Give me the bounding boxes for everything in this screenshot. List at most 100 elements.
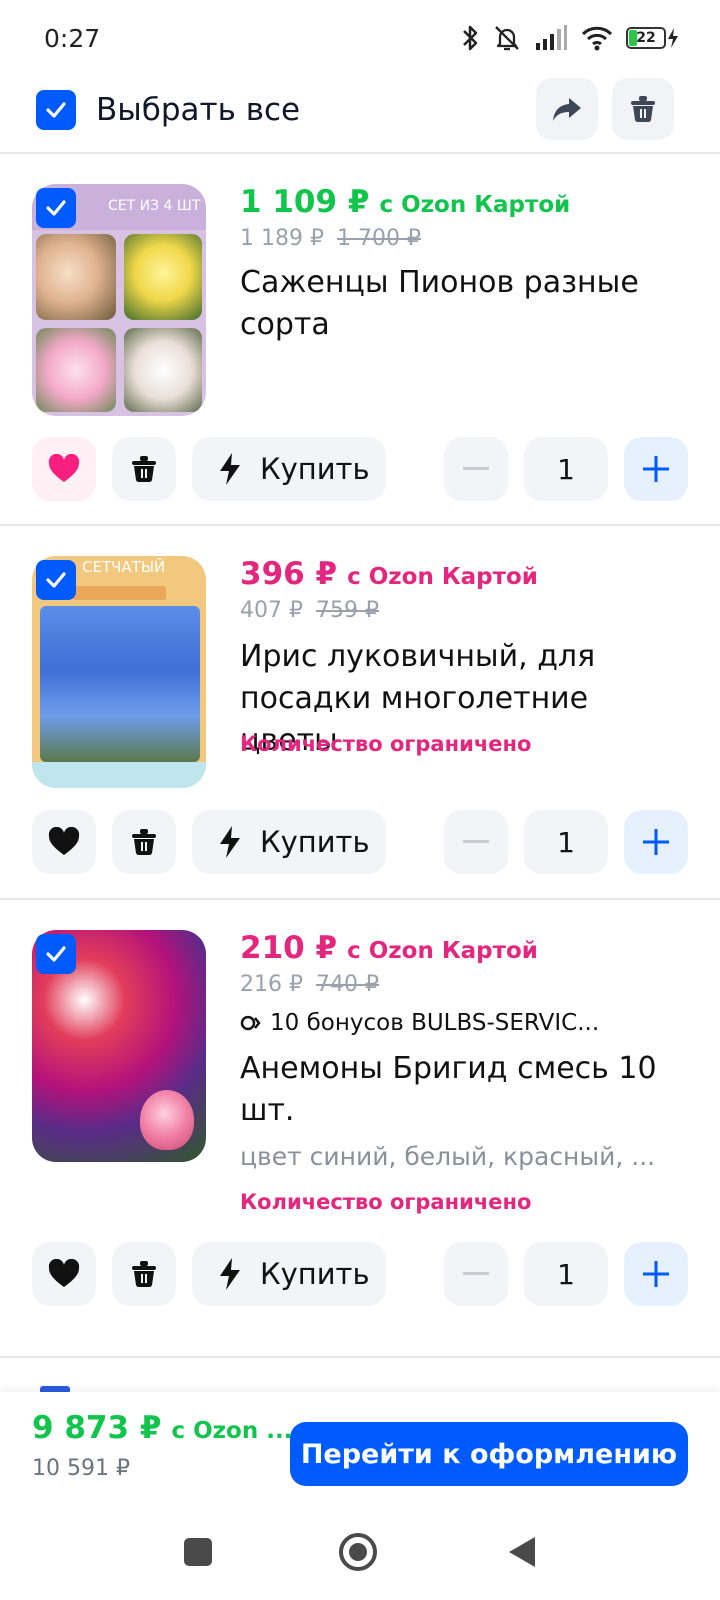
quantity-value[interactable]: 1 [524,437,608,501]
peony-cream-photo [36,234,116,320]
cart-item-iris: СЕТЧАТЫЙ 396 ₽ с Ozon Картой 407 ₽ 759 ₽… [0,528,720,900]
price-line: 396 ₽ с Ozon Картой [240,556,538,592]
status-bar: 0:27 22 [0,0,720,76]
charging-icon [668,28,678,48]
item-checkbox[interactable] [36,934,76,974]
cart-item-anemone: 210 ₽ с Ozon Картой 216 ₽ 740 ₽ 10 бонус… [0,902,720,1358]
checkout-bar: 9 873 ₽ с Ozon ... 10 591 ₽ Перейти к оф… [0,1392,720,1504]
old-prices: 407 ₽ 759 ₽ [240,598,379,623]
share-icon [553,98,581,121]
decrease-quantity-button[interactable] [444,1242,508,1306]
check-icon [46,572,66,588]
wifi-icon [580,24,614,52]
price-with-card: 1 109 ₽ [240,184,370,220]
limited-quantity-note: Количество ограничено [240,732,532,756]
select-all-checkbox[interactable] [36,90,76,130]
card-label: с Ozon Картой [347,564,538,590]
peony-white-photo [124,328,202,412]
price-line: 210 ₽ с Ozon Картой [240,930,538,966]
item-controls: Купить 1 [0,437,720,501]
minus-icon [463,840,489,843]
old-prices: 216 ₽ 740 ₽ [240,972,379,997]
bonus-line: 10 бонусов BULBS-SERVIC... [240,1010,599,1036]
recents-button[interactable] [176,1530,220,1574]
increase-quantity-button[interactable] [624,437,688,501]
buy-label: Купить [260,452,370,486]
signal-icon [534,24,568,52]
minus-icon [463,467,489,470]
lightning-icon [220,453,240,485]
bonus-icon [240,1015,261,1031]
total-line: 9 873 ₽ с Ozon ... [32,1410,292,1446]
crossed-price: 759 ₽ [315,598,379,623]
image-caption: СЕТЧАТЫЙ [82,558,166,576]
select-all-row: Выбрать все [0,76,720,154]
favorite-button[interactable] [32,437,96,501]
trash-icon [132,456,156,483]
status-time: 0:27 [44,24,101,53]
battery-level: 22 [636,30,656,46]
lightning-icon [220,826,240,858]
trash-icon [631,96,655,123]
decrease-quantity-button[interactable] [444,810,508,874]
favorite-button[interactable] [32,810,96,874]
item-controls: Купить 1 [0,810,720,874]
favorite-button[interactable] [32,1242,96,1306]
regular-price: 216 ₽ [240,972,303,997]
status-icons: 22 [460,20,680,56]
product-attributes: цвет синий, белый, красный, ... [240,1142,656,1171]
increase-quantity-button[interactable] [624,1242,688,1306]
regular-price: 1 189 ₽ [240,226,324,251]
buy-label: Купить [260,1257,370,1291]
price-with-card: 210 ₽ [240,930,338,966]
delete-button[interactable] [112,437,176,501]
total-regular-price: 10 591 ₽ [32,1456,130,1481]
crossed-price: 740 ₽ [315,972,379,997]
decrease-quantity-button[interactable] [444,437,508,501]
bluetooth-icon [460,23,480,53]
buy-now-button[interactable]: Купить [192,437,386,501]
item-checkbox[interactable] [36,188,76,228]
total-card-label: с Ozon ... [171,1418,293,1444]
delete-selected-button[interactable] [612,78,674,140]
delete-button[interactable] [112,810,176,874]
price-with-card: 396 ₽ [240,556,338,592]
buy-now-button[interactable]: Купить [192,1242,386,1306]
minus-icon [463,1272,489,1275]
plus-icon [643,1261,669,1287]
iris-photo [40,606,200,762]
price-line: 1 109 ₽ с Ozon Картой [240,184,570,220]
item-checkbox[interactable] [36,560,76,600]
quantity-value[interactable]: 1 [524,1242,608,1306]
card-label: с Ozon Картой [379,192,571,218]
regular-price: 407 ₽ [240,598,303,623]
item-controls: Купить 1 [0,1242,720,1306]
heart-icon [48,454,80,482]
square-icon [184,1538,212,1566]
card-label: с Ozon Картой [347,938,538,964]
check-icon [46,200,66,216]
peony-pink-photo [36,328,116,412]
heart-icon [48,827,80,855]
check-icon [46,946,66,962]
increase-quantity-button[interactable] [624,810,688,874]
heart-icon [48,1259,80,1287]
share-button[interactable] [536,78,598,140]
quantity-value[interactable]: 1 [524,810,608,874]
plus-icon [643,456,669,482]
home-button[interactable] [336,1530,380,1574]
total-price: 9 873 ₽ [32,1410,162,1446]
crossed-price: 1 700 ₽ [336,226,421,251]
old-prices: 1 189 ₽ 1 700 ₽ [240,226,421,251]
image-caption: СЕТ ИЗ 4 ШТ [108,198,201,214]
back-button[interactable] [500,1530,544,1574]
product-title[interactable]: Анемоны Бригид смесь 10 шт. [240,1048,690,1132]
buy-now-button[interactable]: Купить [192,810,386,874]
home-circle-icon [339,1533,377,1571]
product-title[interactable]: Саженцы Пионов разные сорта [240,262,690,346]
delete-button[interactable] [112,1242,176,1306]
checkout-button[interactable]: Перейти к оформлению [290,1422,688,1486]
battery-indicator: 22 [626,27,680,49]
back-triangle-icon [509,1537,535,1567]
select-all-label[interactable]: Выбрать все [96,90,300,130]
